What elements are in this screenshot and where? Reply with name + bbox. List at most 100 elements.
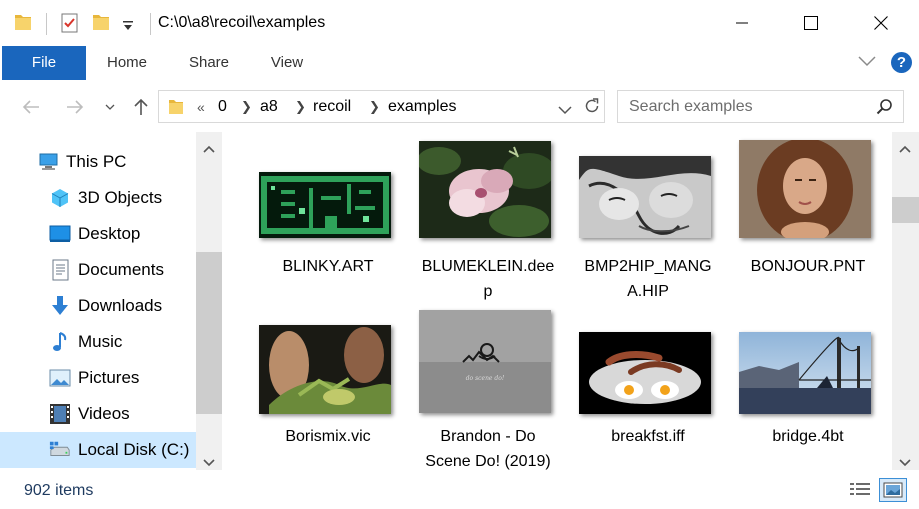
file-tile[interactable]: breakfst.iff bbox=[568, 310, 728, 470]
folder-icon bbox=[168, 97, 184, 121]
new-folder-icon[interactable] bbox=[92, 12, 110, 37]
file-tile[interactable]: bridge.4bt bbox=[728, 310, 888, 470]
pictures-icon bbox=[49, 367, 71, 389]
sidebar-item-downloads[interactable]: Downloads bbox=[0, 288, 196, 324]
customize-quick-access-icon[interactable] bbox=[122, 18, 134, 36]
file-name: breakfst.iff bbox=[611, 428, 685, 445]
sidebar-item-pictures[interactable]: Pictures bbox=[0, 360, 196, 396]
file-name-continued: A.HIP bbox=[627, 283, 669, 300]
sidebar-item-local-disk[interactable]: Local Disk (C:) bbox=[0, 432, 196, 468]
qa-divider bbox=[46, 13, 48, 40]
refresh-icon[interactable] bbox=[583, 97, 601, 120]
drive-icon bbox=[49, 439, 71, 461]
navigation-bar: « 0 ❯ a8 ❯ recoil ❯ examples Search exam… bbox=[0, 80, 919, 132]
sidebar-item-label: Downloads bbox=[78, 296, 163, 315]
minimize-button[interactable] bbox=[719, 0, 765, 46]
scroll-up-icon[interactable] bbox=[203, 140, 215, 158]
back-button[interactable] bbox=[18, 94, 44, 120]
sidebar-item-this-pc[interactable]: This PC bbox=[0, 144, 196, 180]
scroll-up-icon[interactable] bbox=[899, 140, 911, 158]
breadcrumb-chevron-icon[interactable]: ❯ bbox=[295, 99, 306, 115]
sidebar-item-3d-objects[interactable]: 3D Objects bbox=[0, 180, 196, 216]
file-tile[interactable]: BMP2HIP_MANG A.HIP bbox=[568, 140, 728, 300]
file-name: BLUMEKLEIN.dee bbox=[421, 258, 555, 275]
breadcrumb-item[interactable]: a8 bbox=[260, 98, 278, 116]
breadcrumb-item[interactable]: 0 bbox=[218, 98, 227, 116]
file-tile[interactable]: Borismix.vic bbox=[248, 310, 408, 470]
sidebar-item-label: Desktop bbox=[78, 224, 141, 243]
file-tile[interactable]: BLINKY.ART bbox=[248, 140, 408, 300]
sidebar-item-music[interactable]: Music bbox=[0, 324, 196, 360]
film-icon bbox=[49, 403, 71, 425]
desktop-icon bbox=[49, 223, 71, 245]
search-box[interactable]: Search examples bbox=[617, 90, 904, 123]
breadcrumb-chevron-icon[interactable]: ❯ bbox=[241, 99, 252, 115]
item-count: 902 items bbox=[24, 482, 94, 499]
tab-home[interactable]: Home bbox=[96, 46, 158, 80]
address-dropdown-icon[interactable] bbox=[558, 102, 572, 120]
breadcrumb-item[interactable]: recoil bbox=[313, 98, 351, 116]
properties-icon[interactable] bbox=[60, 12, 80, 39]
breadcrumb-chevron-icon[interactable]: ❯ bbox=[369, 99, 380, 115]
navigation-pane: This PC 3D Objects Desktop Documents Dow… bbox=[0, 132, 222, 470]
tab-file[interactable]: File bbox=[2, 46, 86, 80]
file-thumbnail bbox=[739, 332, 871, 414]
details-view-icon bbox=[850, 483, 870, 495]
up-arrow-icon bbox=[134, 98, 148, 115]
sidebar-item-desktop[interactable]: Desktop bbox=[0, 216, 196, 252]
scrollbar-thumb[interactable] bbox=[892, 197, 919, 223]
close-button[interactable] bbox=[858, 0, 904, 46]
up-button[interactable] bbox=[128, 94, 154, 120]
file-name: Brandon - Do bbox=[440, 428, 536, 445]
window-title: C:\0\a8\recoil\examples bbox=[158, 14, 326, 31]
help-button[interactable]: ? bbox=[891, 52, 912, 73]
file-tile[interactable]: BONJOUR.PNT bbox=[728, 140, 888, 300]
file-thumbnail bbox=[579, 156, 711, 238]
ribbon-tabs: File Home Share View bbox=[0, 46, 919, 80]
maximize-button[interactable] bbox=[788, 0, 834, 46]
details-view-button[interactable] bbox=[846, 478, 874, 502]
sidebar-item-label: Documents bbox=[78, 260, 164, 279]
breadcrumb-overflow[interactable]: « bbox=[197, 99, 205, 115]
file-thumbnail bbox=[259, 172, 391, 238]
search-input[interactable]: Search examples bbox=[629, 98, 753, 116]
sidebar-item-videos[interactable]: Videos bbox=[0, 396, 196, 432]
status-bar: 902 items bbox=[0, 470, 919, 509]
music-note-icon bbox=[49, 331, 71, 353]
folder-icon[interactable] bbox=[14, 12, 32, 37]
file-name: BMP2HIP_MANG bbox=[584, 258, 712, 275]
tab-share[interactable]: Share bbox=[176, 46, 242, 80]
breadcrumb-item[interactable]: examples bbox=[388, 98, 456, 116]
scrollbar-thumb[interactable] bbox=[196, 252, 222, 414]
sidebar-item-label: 3D Objects bbox=[78, 188, 163, 207]
file-name-continued: p bbox=[483, 283, 493, 300]
sidebar-item-documents[interactable]: Documents bbox=[0, 252, 196, 288]
file-thumbnail bbox=[579, 332, 711, 414]
documents-icon bbox=[49, 259, 71, 281]
search-icon[interactable] bbox=[876, 98, 893, 120]
scroll-down-icon[interactable] bbox=[203, 454, 215, 470]
file-name: bridge.4bt bbox=[772, 428, 844, 445]
content-scrollbar[interactable] bbox=[892, 132, 919, 470]
sidebar-item-label: Music bbox=[78, 332, 123, 351]
large-icons-view-icon bbox=[883, 482, 903, 498]
file-tile[interactable]: do scene do! Brandon - Do Scene Do! (201… bbox=[408, 310, 568, 470]
expand-ribbon-chevron-icon[interactable] bbox=[858, 54, 876, 72]
recent-locations-button[interactable] bbox=[100, 94, 120, 120]
file-name: BLINKY.ART bbox=[282, 258, 374, 275]
close-icon bbox=[874, 16, 888, 30]
sidebar-item-label: Pictures bbox=[78, 368, 140, 387]
forward-button[interactable] bbox=[62, 94, 88, 120]
tab-view[interactable]: View bbox=[260, 46, 314, 80]
sidebar-item-label: This PC bbox=[66, 152, 127, 171]
back-arrow-icon bbox=[22, 100, 39, 114]
sidebar-item-label: Videos bbox=[78, 404, 130, 423]
title-divider bbox=[150, 13, 151, 35]
address-bar[interactable]: « 0 ❯ a8 ❯ recoil ❯ examples bbox=[158, 90, 737, 123]
file-thumbnail: do scene do! bbox=[419, 310, 551, 413]
file-tile[interactable]: BLUMEKLEIN.dee p bbox=[408, 140, 568, 300]
large-icons-view-button[interactable] bbox=[879, 478, 907, 502]
file-thumbnail bbox=[419, 141, 551, 238]
navigation-scrollbar[interactable] bbox=[196, 132, 222, 470]
file-name-continued: Scene Do! (2019) bbox=[425, 453, 551, 470]
